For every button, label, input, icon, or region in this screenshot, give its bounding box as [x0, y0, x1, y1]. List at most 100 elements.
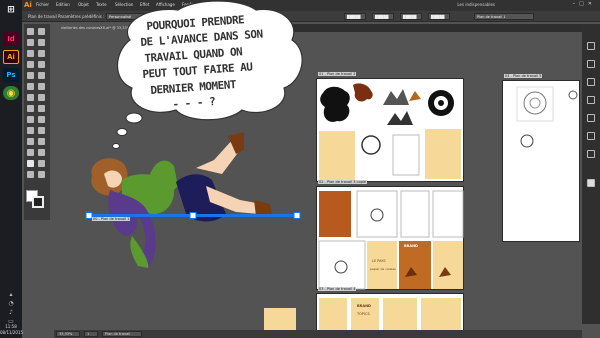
blob-brush-tool-icon[interactable] — [27, 83, 34, 90]
app-logo: Ai — [24, 1, 32, 9]
pen-tool-icon[interactable] — [27, 50, 34, 57]
artboard-tool-icon[interactable] — [27, 160, 34, 167]
artboard-1-artwork — [319, 83, 461, 181]
line-tool-icon[interactable] — [27, 61, 34, 68]
direct-selection-tool-icon[interactable] — [38, 28, 45, 35]
hand-tool-icon[interactable] — [27, 171, 34, 178]
window-controls[interactable]: –□✕ — [573, 1, 596, 7]
screen: ⊞ Id Ai Ps ◉ ▴ ◔ ♪ ▭ 11:58 08/11/2015 Ai Fi… — [0, 0, 600, 338]
artboard-3[interactable]: 03 - Plan de travail 4 BRAND TOPICS — [316, 287, 464, 334]
artboard-name-field[interactable]: Plan de travail 1 — [474, 13, 534, 20]
width-tool-icon[interactable] — [27, 105, 34, 112]
windows-start-icon[interactable]: ⊞ — [3, 3, 19, 17]
indesign-icon[interactable]: Id — [3, 32, 19, 46]
free-transform-tool-icon[interactable] — [38, 105, 45, 112]
zoom-tool-icon[interactable] — [38, 171, 45, 178]
paintbrush-tool-icon[interactable] — [27, 72, 34, 79]
thought-line-5: DERNIER MOMENT — [150, 78, 237, 97]
workspace-switcher[interactable]: Les indispensables — [457, 2, 495, 7]
character-leg-extended — [206, 186, 262, 214]
artboard-2-label[interactable]: 02 - Plan de travail 3 copie — [318, 180, 367, 184]
menu-affichage[interactable]: Affichage — [156, 2, 175, 7]
eraser-tool-icon[interactable] — [38, 83, 45, 90]
artboard-number-field[interactable]: 1 — [84, 331, 98, 337]
appearance-panel-icon[interactable] — [587, 179, 595, 187]
thought-dot-2 — [116, 128, 128, 136]
selection-handle-right — [293, 212, 301, 219]
mountain-brown — [409, 91, 421, 101]
character-scarf — [108, 190, 156, 266]
mountain-dark — [387, 111, 413, 125]
symbol-sprayer-tool-icon[interactable] — [27, 149, 34, 156]
selected-artboard-label[interactable]: 00 - Plan de travail 1 — [92, 217, 131, 221]
color-panel-icon[interactable] — [587, 42, 595, 50]
artboard-4[interactable]: 04 - Plan de travail 5 — [502, 74, 580, 242]
magic-wand-tool-icon[interactable] — [27, 39, 34, 46]
slice-tool-icon[interactable] — [38, 160, 45, 167]
sketch-tile — [392, 134, 420, 176]
rotate-tool-icon[interactable] — [27, 94, 34, 101]
shape-builder-tool-icon[interactable] — [27, 116, 34, 123]
system-tray-icons[interactable]: ▴ ◔ ♪ ▭ — [0, 290, 22, 326]
artboard-4-label[interactable]: 04 - Plan de travail 5 — [504, 74, 543, 78]
menu-objet[interactable]: Objet — [78, 2, 89, 7]
selection-tool-icon[interactable] — [27, 28, 34, 35]
menu-edition[interactable]: Edition — [56, 2, 70, 7]
type-tool-icon[interactable] — [38, 50, 45, 57]
photoshop-icon[interactable]: Ps — [3, 68, 19, 82]
zoom-field[interactable]: 33,33% — [56, 331, 80, 337]
artboard-1[interactable]: 01 - Plan de travail 2 — [316, 72, 464, 182]
artboards-panel-icon[interactable] — [587, 150, 595, 158]
eyedropper-tool-icon[interactable] — [27, 138, 34, 145]
status-tool-label[interactable]: Plan de travail — [102, 331, 142, 337]
control-bar: Plan de travail Paramètres prédéfinis : … — [22, 11, 600, 22]
height-field[interactable]: █████ — [428, 13, 450, 20]
wood-texture-tile-canvas[interactable] — [264, 308, 296, 332]
mesh-tool-icon[interactable] — [27, 127, 34, 134]
selection-handle-middle — [189, 212, 197, 219]
tile-brand-2: BRAND — [357, 304, 371, 308]
menu-aide[interactable]: Aide — [204, 2, 213, 7]
perspective-grid-tool-icon[interactable] — [38, 116, 45, 123]
taskbar-clock[interactable]: 11:58 08/11/2015 — [0, 324, 23, 336]
blend-tool-icon[interactable] — [38, 138, 45, 145]
character-boot-1 — [228, 132, 244, 154]
artboard-3-label[interactable]: 03 - Plan de travail 4 — [318, 287, 357, 291]
x-field[interactable]: █████ — [344, 13, 366, 20]
brushes-panel-icon[interactable] — [587, 78, 595, 86]
scale-tool-icon[interactable] — [38, 94, 45, 101]
pencil-tool-icon[interactable] — [38, 72, 45, 79]
windows-taskbar: ⊞ Id Ai Ps ◉ ▴ ◔ ♪ ▭ 11:58 08/11/2015 — [0, 0, 23, 338]
menu-selection[interactable]: Sélection — [115, 2, 133, 7]
width-field[interactable]: █████ — [400, 13, 422, 20]
character-hair — [91, 158, 128, 196]
artboard-3-artwork — [319, 298, 461, 334]
layers-panel-icon[interactable] — [587, 132, 595, 140]
symbols-panel-icon[interactable] — [587, 96, 595, 104]
tile-title-2: TOPICS — [357, 312, 370, 316]
menu-texte[interactable]: Texte — [96, 2, 107, 7]
rectangle-tool-icon[interactable] — [38, 61, 45, 68]
artboard-2[interactable]: 02 - Plan de travail 3 copie BRAND LE PA… — [316, 180, 464, 290]
stroke-panel-icon[interactable] — [587, 114, 595, 122]
thought-dot-3 — [112, 143, 120, 149]
character-green-coat — [122, 174, 175, 214]
panel-dock — [582, 24, 600, 324]
menu-fichier[interactable]: Fichier — [36, 2, 49, 7]
chrome-icon[interactable]: ◉ — [3, 86, 19, 100]
preset-select[interactable]: Personnalisé — [106, 13, 146, 20]
tools-panel — [24, 24, 50, 220]
tile-title: LE PAYS — [372, 259, 386, 263]
menu-effet[interactable]: Effet — [140, 2, 149, 7]
y-field[interactable]: █████ — [372, 13, 394, 20]
gradient-tool-icon[interactable] — [38, 127, 45, 134]
character-sleeve — [130, 236, 149, 268]
lasso-tool-icon[interactable] — [38, 39, 45, 46]
graph-tool-icon[interactable] — [38, 149, 45, 156]
tile-subtitle: papier de cadeau — [370, 267, 397, 271]
artboard-1-label[interactable]: 01 - Plan de travail 2 — [318, 72, 357, 76]
illustrator-icon[interactable]: Ai — [3, 50, 19, 64]
menu-fenetre[interactable]: Fenêtre — [182, 2, 197, 7]
stroke-swatch[interactable] — [32, 196, 44, 208]
swatches-panel-icon[interactable] — [587, 60, 595, 68]
